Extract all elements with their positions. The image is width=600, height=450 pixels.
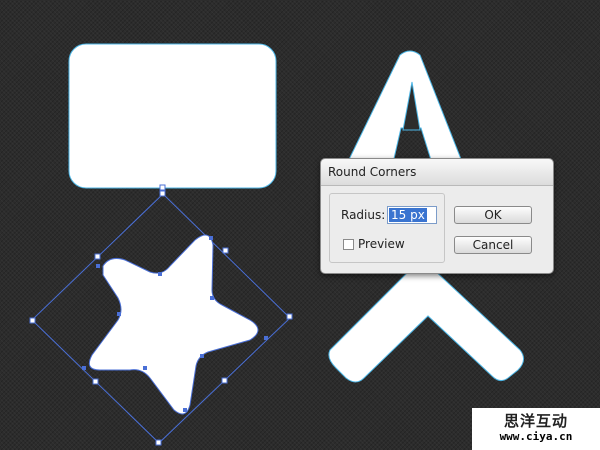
cancel-button[interactable]: Cancel <box>454 236 532 254</box>
dialog-body: Radius: 15 px Preview OK Cancel <box>321 186 553 274</box>
radius-label: Radius: <box>341 208 386 222</box>
preview-checkbox[interactable] <box>343 238 354 250</box>
watermark-title: 思洋互动 <box>503 412 568 430</box>
preview-label[interactable]: Preview <box>358 237 405 251</box>
rounded-rectangle-shape[interactable] <box>68 43 277 189</box>
watermark-url: www.ciya.cn <box>499 430 573 443</box>
radius-input[interactable] <box>387 206 437 224</box>
ok-button[interactable]: OK <box>454 206 532 224</box>
anchor-point[interactable] <box>159 184 166 191</box>
watermark-logo: 思洋互动 www.ciya.cn <box>472 408 600 450</box>
chevron-shape[interactable] <box>328 262 524 383</box>
dialog-title: Round Corners <box>321 159 553 186</box>
preview-row[interactable]: Preview <box>343 237 405 251</box>
round-corners-dialog: Round Corners Radius: 15 px Preview OK C… <box>320 158 554 274</box>
options-group <box>329 193 445 263</box>
